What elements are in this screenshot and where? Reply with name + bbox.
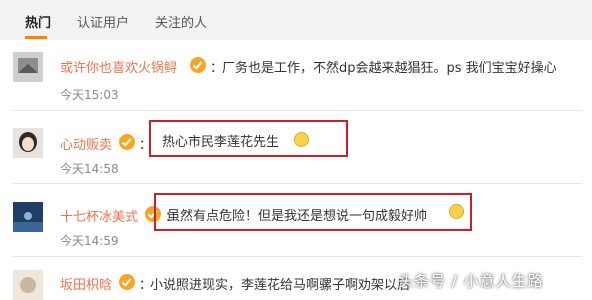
- comment-text: 小说照进现实，李莲花给马啊骡子啊劝架以后: [150, 278, 411, 293]
- comment-time: 今天14:58: [60, 162, 119, 176]
- wink-emoji-icon: [449, 204, 464, 219]
- comment-time: 今天15:03: [60, 88, 119, 102]
- comment-username[interactable]: 十七杯冰美式: [60, 206, 138, 225]
- comment-username[interactable]: 或许你也喜欢火锅鲟: [60, 57, 177, 76]
- laugh-emoji-icon: [294, 132, 309, 147]
- comment-text: 热心市民李莲花先生: [162, 135, 280, 150]
- watermark: 头条号 / 小意人生路: [398, 272, 544, 290]
- verified-badge-icon: [190, 57, 206, 73]
- divider: [12, 183, 582, 184]
- avatar[interactable]: [13, 52, 43, 82]
- tab-following[interactable]: 关注的人: [155, 12, 207, 31]
- active-tab-indicator: [25, 36, 47, 39]
- verified-badge-icon: [119, 134, 135, 150]
- avatar[interactable]: [13, 128, 43, 158]
- comment-text: 虽然有点危险！但是我还是想说一句成毅好帅: [167, 209, 428, 224]
- comment-text: 厂务也是工作，不然dp会越来越猖狂。ps 我们宝宝好操心: [222, 61, 557, 76]
- divider: [12, 110, 582, 111]
- divider: [12, 256, 582, 257]
- tab-verified-users[interactable]: 认证用户: [77, 12, 129, 31]
- comment-time: 今天14:59: [60, 234, 119, 248]
- avatar[interactable]: [13, 202, 43, 232]
- comment-username[interactable]: 心动贩卖: [60, 134, 112, 153]
- tab-hot[interactable]: 热门: [25, 12, 51, 31]
- comment-username[interactable]: 坂田枳晗: [60, 274, 112, 293]
- avatar[interactable]: [13, 270, 43, 300]
- verified-badge-icon: [119, 274, 135, 290]
- comment-filter-tabs: 热门 认证用户 关注的人: [0, 0, 592, 40]
